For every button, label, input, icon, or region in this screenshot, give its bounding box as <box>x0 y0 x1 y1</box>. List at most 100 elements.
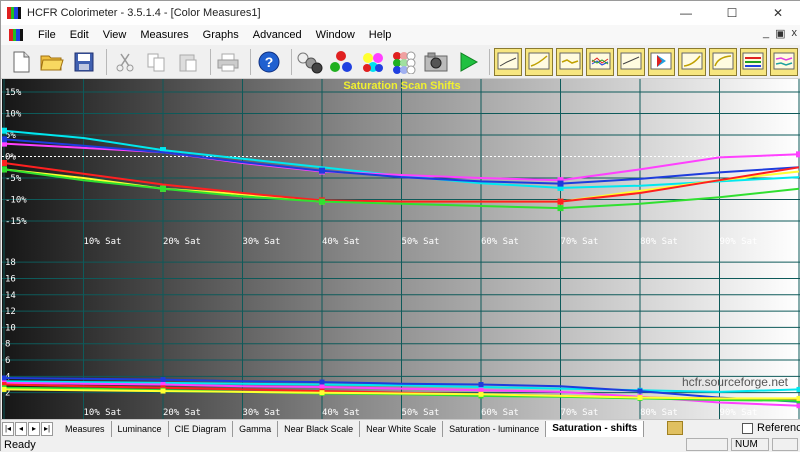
help-button[interactable]: ? <box>255 48 283 76</box>
data-point <box>320 390 325 395</box>
close-button[interactable]: ✕ <box>755 1 800 25</box>
next-tab-arrow[interactable]: ▸ <box>28 422 40 436</box>
y-tick-label: 16 <box>5 274 16 284</box>
cut-button[interactable] <box>111 48 139 76</box>
x-tick-label: 70% Sat <box>561 237 599 247</box>
svg-text:?: ? <box>265 54 274 70</box>
graph-view-6-button[interactable] <box>648 48 676 76</box>
measure-saturation-button[interactable] <box>391 48 419 76</box>
menu-graphs[interactable]: Graphs <box>196 29 246 41</box>
status-panel-blank <box>686 438 728 451</box>
data-point <box>2 376 7 381</box>
data-point <box>797 396 800 401</box>
measure-secondaries-button[interactable] <box>359 48 387 76</box>
tab-luminance[interactable]: Luminance <box>112 421 169 437</box>
y-tick-label: -10% <box>5 196 27 206</box>
doc-minimize-button[interactable]: _ <box>763 27 769 40</box>
tab-near-white-scale[interactable]: Near White Scale <box>360 421 443 437</box>
play-button[interactable] <box>454 48 482 76</box>
copy-icon <box>146 52 166 72</box>
maximize-button[interactable]: ☐ <box>709 1 755 25</box>
cut-icon <box>115 52 135 72</box>
y-tick-label: 14 <box>5 291 16 301</box>
chart-panel: 15%10%5%0%-5%-10%-15%10% Sat20% Sat30% S… <box>2 79 800 419</box>
y-tick-label: 8 <box>5 340 10 350</box>
tab-measures[interactable]: Measures <box>59 421 112 437</box>
doc-close-button[interactable]: x <box>792 27 798 40</box>
graph-view-10-icon <box>773 52 795 72</box>
tab-near-black-scale[interactable]: Near Black Scale <box>278 421 360 437</box>
toolbar-separator <box>210 49 211 75</box>
graph-view-9-button[interactable] <box>740 48 768 76</box>
graph-view-2-button[interactable] <box>525 48 553 76</box>
x-tick-label: 10% Sat <box>84 237 122 247</box>
menu-measures[interactable]: Measures <box>133 29 195 41</box>
graph-view-2-icon <box>528 52 550 72</box>
status-panel-end <box>772 438 798 451</box>
y-tick-label: 18 <box>5 258 16 268</box>
tab-saturation-luminance[interactable]: Saturation - luminance <box>443 421 546 437</box>
graph-view-9-icon <box>742 52 764 72</box>
print-button[interactable] <box>215 48 243 76</box>
graph-view-3-icon <box>559 52 581 72</box>
graph-view-8-icon <box>712 52 734 72</box>
menu-window[interactable]: Window <box>309 29 362 41</box>
menu-file[interactable]: File <box>31 29 63 41</box>
measure-gray-button[interactable] <box>296 48 324 76</box>
status-text: Ready <box>4 439 36 451</box>
tab-saturation-shifts[interactable]: Saturation - shifts <box>546 421 644 437</box>
menu-bar: File Edit View Measures Graphs Advanced … <box>1 25 800 45</box>
graph-view-5-button[interactable] <box>617 48 645 76</box>
measure-primaries-button[interactable] <box>327 48 355 76</box>
data-point <box>319 199 325 205</box>
reference-checkbox[interactable] <box>742 423 753 434</box>
menu-help[interactable]: Help <box>362 29 399 41</box>
x-tick-label: 10% Sat <box>84 408 122 418</box>
tab-cie-diagram[interactable]: CIE Diagram <box>169 421 234 437</box>
prev-tab-arrow[interactable]: ◂ <box>15 422 27 436</box>
open-button[interactable] <box>39 48 67 76</box>
data-point <box>2 387 7 392</box>
data-point <box>558 181 564 187</box>
graph-view-7-button[interactable] <box>678 48 706 76</box>
measure-saturation-icon <box>391 50 417 74</box>
paste-icon <box>178 52 198 72</box>
minimize-button[interactable]: — <box>663 1 709 25</box>
x-tick-label: 90% Sat <box>720 237 758 247</box>
reference-label: Reference <box>757 422 800 434</box>
menu-edit[interactable]: Edit <box>63 29 96 41</box>
graph-view-1-button[interactable] <box>494 48 522 76</box>
save-button[interactable] <box>70 48 98 76</box>
x-tick-label: 50% Sat <box>402 237 440 247</box>
document-icon[interactable] <box>9 29 23 41</box>
new-button[interactable] <box>7 48 35 76</box>
copy-button[interactable] <box>142 48 170 76</box>
camera-button[interactable] <box>422 48 450 76</box>
menu-view[interactable]: View <box>96 29 134 41</box>
last-tab-arrow[interactable]: ▸| <box>41 422 53 436</box>
y-tick-label: 12 <box>5 307 16 317</box>
graph-view-6-icon <box>650 52 672 72</box>
graph-view-5-icon <box>620 52 642 72</box>
first-tab-arrow[interactable]: |◂ <box>2 422 14 436</box>
measure-primaries-icon <box>328 50 354 74</box>
data-point <box>320 380 325 385</box>
graph-view-8-button[interactable] <box>709 48 737 76</box>
tab-gamma[interactable]: Gamma <box>233 421 278 437</box>
menu-advanced[interactable]: Advanced <box>246 29 309 41</box>
graph-view-4-button[interactable] <box>586 48 614 76</box>
paste-button[interactable] <box>174 48 202 76</box>
y-tick-label: -5% <box>5 174 22 184</box>
measure-gray-icon <box>297 50 323 74</box>
toolbar-separator <box>489 49 490 75</box>
y-tick-label: 6 <box>5 356 10 366</box>
x-tick-label: 20% Sat <box>163 408 201 418</box>
graph-view-3-button[interactable] <box>556 48 584 76</box>
x-tick-label: 80% Sat <box>640 237 678 247</box>
doc-restore-button[interactable]: ▣ <box>775 27 785 40</box>
chart-title: Saturation Scan Shifts <box>343 80 460 92</box>
reference-toggle[interactable]: Reference <box>742 422 800 434</box>
graph-view-10-button[interactable] <box>770 48 798 76</box>
y-tick-label: -15% <box>5 217 27 227</box>
lock-badge-icon[interactable] <box>667 421 683 435</box>
